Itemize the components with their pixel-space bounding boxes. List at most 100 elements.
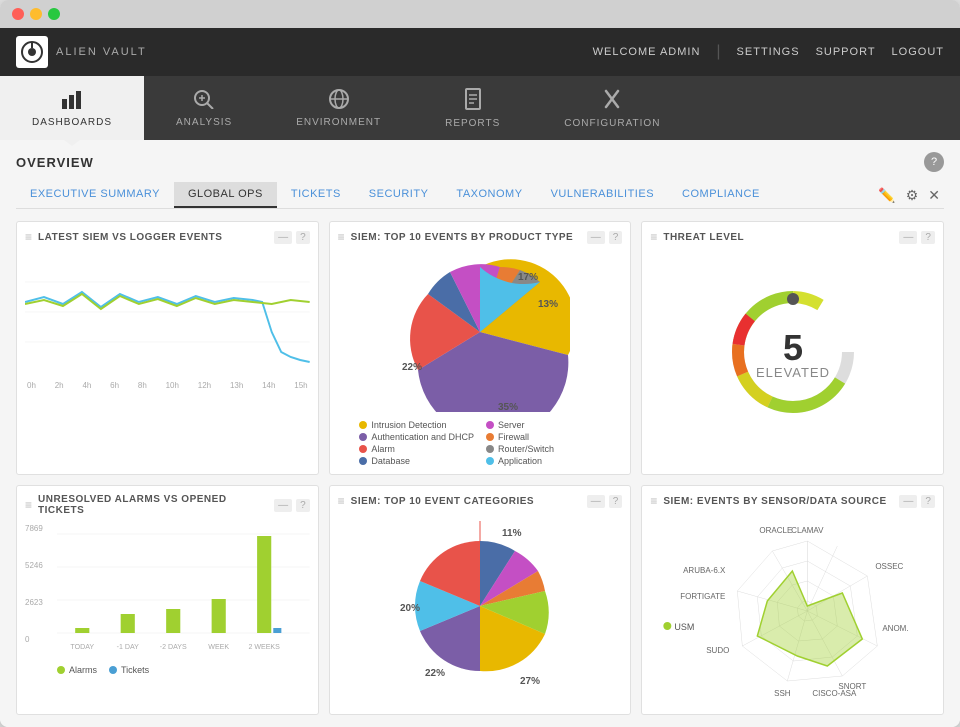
- nav-analysis[interactable]: ANALYSIS: [144, 76, 264, 140]
- drag-handle-2[interactable]: ≡: [338, 230, 345, 244]
- settings-button[interactable]: ⚙: [906, 187, 919, 204]
- content-area: OVERVIEW ? EXECUTIVE SUMMARY GLOBAL OPS …: [0, 140, 960, 727]
- dashboards-label: DASHBOARDS: [32, 117, 112, 128]
- widget-top10-events: ≡ SIEM: TOP 10 EVENTS BY PRODUCT TYPE — …: [329, 221, 632, 475]
- minimize-ctrl-3[interactable]: —: [899, 231, 917, 244]
- drag-handle-6[interactable]: ≡: [650, 494, 657, 508]
- close-button[interactable]: ✕: [928, 187, 940, 204]
- environment-icon: [328, 89, 350, 113]
- radar-chart: CLAMAV OSSEC ANOM. SNORT CISCO-ASA SSH S…: [650, 516, 935, 696]
- svg-text:USM: USM: [675, 622, 695, 632]
- svg-text:OSSEC: OSSEC: [876, 562, 904, 571]
- widget-threat-level: ≡ THREAT LEVEL — ?: [641, 221, 944, 475]
- nav-environment[interactable]: ENVIRONMENT: [264, 76, 413, 140]
- svg-text:FORTIGATE: FORTIGATE: [681, 592, 726, 601]
- nav-dashboards[interactable]: DASHBOARDS: [0, 76, 144, 140]
- environment-label: ENVIRONMENT: [296, 117, 381, 128]
- tab-security[interactable]: SECURITY: [355, 182, 443, 208]
- widget-controls-5: — ?: [587, 495, 623, 508]
- bar-chart-svg: TODAY -1 DAY -2 DAYS WEEK 2 WEEKS: [57, 524, 310, 654]
- drag-handle[interactable]: ≡: [25, 230, 32, 244]
- settings-link[interactable]: SETTINGS: [737, 46, 800, 58]
- legend-color: [359, 433, 367, 441]
- legend-database: Database: [359, 456, 474, 466]
- browser-window: ALIEN VAULT WELCOME ADMIN | SETTINGS SUP…: [0, 0, 960, 727]
- svg-text:22%: 22%: [402, 362, 422, 373]
- tab-compliance[interactable]: COMPLIANCE: [668, 182, 774, 208]
- y-axis: 7869 5246 2623 0: [25, 524, 43, 644]
- dashboards-icon: [60, 89, 84, 113]
- analysis-icon: [193, 89, 215, 113]
- ticket-legend-dot: [109, 666, 117, 674]
- alarms-title: UNRESOLVED ALARMS VS OPENED TICKETS: [38, 494, 268, 516]
- tabs-bar: EXECUTIVE SUMMARY GLOBAL OPS TICKETS SEC…: [16, 182, 944, 209]
- minimize-dot[interactable]: [30, 8, 42, 20]
- svg-text:-1 DAY: -1 DAY: [117, 644, 140, 651]
- widget-controls-3: — ?: [899, 231, 935, 244]
- browser-chrome: [0, 0, 960, 28]
- minimize-ctrl-5[interactable]: —: [587, 495, 605, 508]
- svg-text:CISCO-ASA: CISCO-ASA: [813, 689, 858, 698]
- minimize-ctrl-6[interactable]: —: [899, 495, 917, 508]
- legend-firewall: Firewall: [486, 432, 601, 442]
- legend-color: [486, 433, 494, 441]
- top-navbar: ALIEN VAULT WELCOME ADMIN | SETTINGS SUP…: [0, 28, 960, 76]
- svg-text:-2 DAYS: -2 DAYS: [160, 644, 187, 651]
- help-ctrl-3[interactable]: ?: [921, 231, 935, 244]
- svg-text:11%: 11%: [502, 528, 522, 539]
- help-ctrl-2[interactable]: ?: [609, 231, 623, 244]
- tab-tickets[interactable]: TICKETS: [277, 182, 355, 208]
- close-dot[interactable]: [12, 8, 24, 20]
- help-ctrl[interactable]: ?: [296, 231, 310, 244]
- svg-text:TODAY: TODAY: [70, 644, 94, 651]
- widget-header-threat: ≡ THREAT LEVEL — ?: [650, 230, 935, 244]
- drag-handle-5[interactable]: ≡: [338, 494, 345, 508]
- drag-handle-4[interactable]: ≡: [25, 498, 32, 512]
- help-ctrl-6[interactable]: ?: [921, 495, 935, 508]
- tab-taxonomy[interactable]: TAXONOMY: [442, 182, 536, 208]
- divider: |: [716, 43, 720, 61]
- tab-global-ops[interactable]: GLOBAL OPS: [174, 182, 277, 208]
- widget-header-top10: ≡ SIEM: TOP 10 EVENTS BY PRODUCT TYPE — …: [338, 230, 623, 244]
- widget-header-siem: ≡ LATEST SIEM VS LOGGER EVENTS — ?: [25, 230, 310, 244]
- bar-chart-legend: Alarms Tickets: [57, 665, 310, 675]
- svg-text:5: 5: [783, 327, 803, 368]
- main-navbar: DASHBOARDS ANALYSIS ENVIRON: [0, 76, 960, 140]
- support-link[interactable]: SUPPORT: [816, 46, 876, 58]
- nav-reports[interactable]: REPORTS: [413, 76, 532, 140]
- legend-auth: Authentication and DHCP: [359, 432, 474, 442]
- svg-text:2 WEEKS: 2 WEEKS: [248, 644, 280, 651]
- help-ctrl-4[interactable]: ?: [296, 499, 310, 512]
- minimize-ctrl-4[interactable]: —: [274, 499, 292, 512]
- help-ctrl-5[interactable]: ?: [609, 495, 623, 508]
- top10-title: SIEM: TOP 10 EVENTS BY PRODUCT TYPE: [351, 232, 581, 243]
- threat-title: THREAT LEVEL: [663, 232, 893, 243]
- bar-chart-container: 7869 5246 2623 0: [25, 524, 310, 675]
- svg-text:27%: 27%: [520, 676, 540, 687]
- configuration-label: CONFIGURATION: [564, 118, 660, 129]
- svg-text:13%: 13%: [538, 299, 558, 310]
- svg-text:20%: 20%: [400, 603, 420, 614]
- widget-sensor-data: ≡ SIEM: EVENTS BY SENSOR/DATA SOURCE — ?: [641, 485, 944, 715]
- svg-text:SSH: SSH: [774, 689, 791, 698]
- widget-header-categories: ≡ SIEM: TOP 10 EVENT CATEGORIES — ?: [338, 494, 623, 508]
- nav-configuration[interactable]: CONFIGURATION: [532, 76, 692, 140]
- minimize-ctrl-2[interactable]: —: [587, 231, 605, 244]
- svg-text:WEEK: WEEK: [208, 644, 229, 651]
- widget-alarms-tickets: ≡ UNRESOLVED ALARMS VS OPENED TICKETS — …: [16, 485, 319, 715]
- logo-text: ALIEN VAULT: [56, 46, 147, 58]
- edit-button[interactable]: ✏️: [878, 187, 895, 204]
- drag-handle-3[interactable]: ≡: [650, 230, 657, 244]
- tab-executive-summary[interactable]: EXECUTIVE SUMMARY: [16, 182, 174, 208]
- tab-vulnerabilities[interactable]: VULNERABILITIES: [537, 182, 668, 208]
- minimize-ctrl[interactable]: —: [274, 231, 292, 244]
- legend-color: [486, 445, 494, 453]
- help-button[interactable]: ?: [924, 152, 944, 172]
- widget-header-alarms: ≡ UNRESOLVED ALARMS VS OPENED TICKETS — …: [25, 494, 310, 516]
- widget-controls-4: — ?: [274, 499, 310, 512]
- legend-color: [359, 457, 367, 465]
- widget-siem-events: ≡ LATEST SIEM VS LOGGER EVENTS — ?: [16, 221, 319, 475]
- pie-legend-top10: Intrusion Detection Server Authenticatio…: [359, 420, 600, 466]
- maximize-dot[interactable]: [48, 8, 60, 20]
- logout-link[interactable]: LOGOUT: [892, 46, 944, 58]
